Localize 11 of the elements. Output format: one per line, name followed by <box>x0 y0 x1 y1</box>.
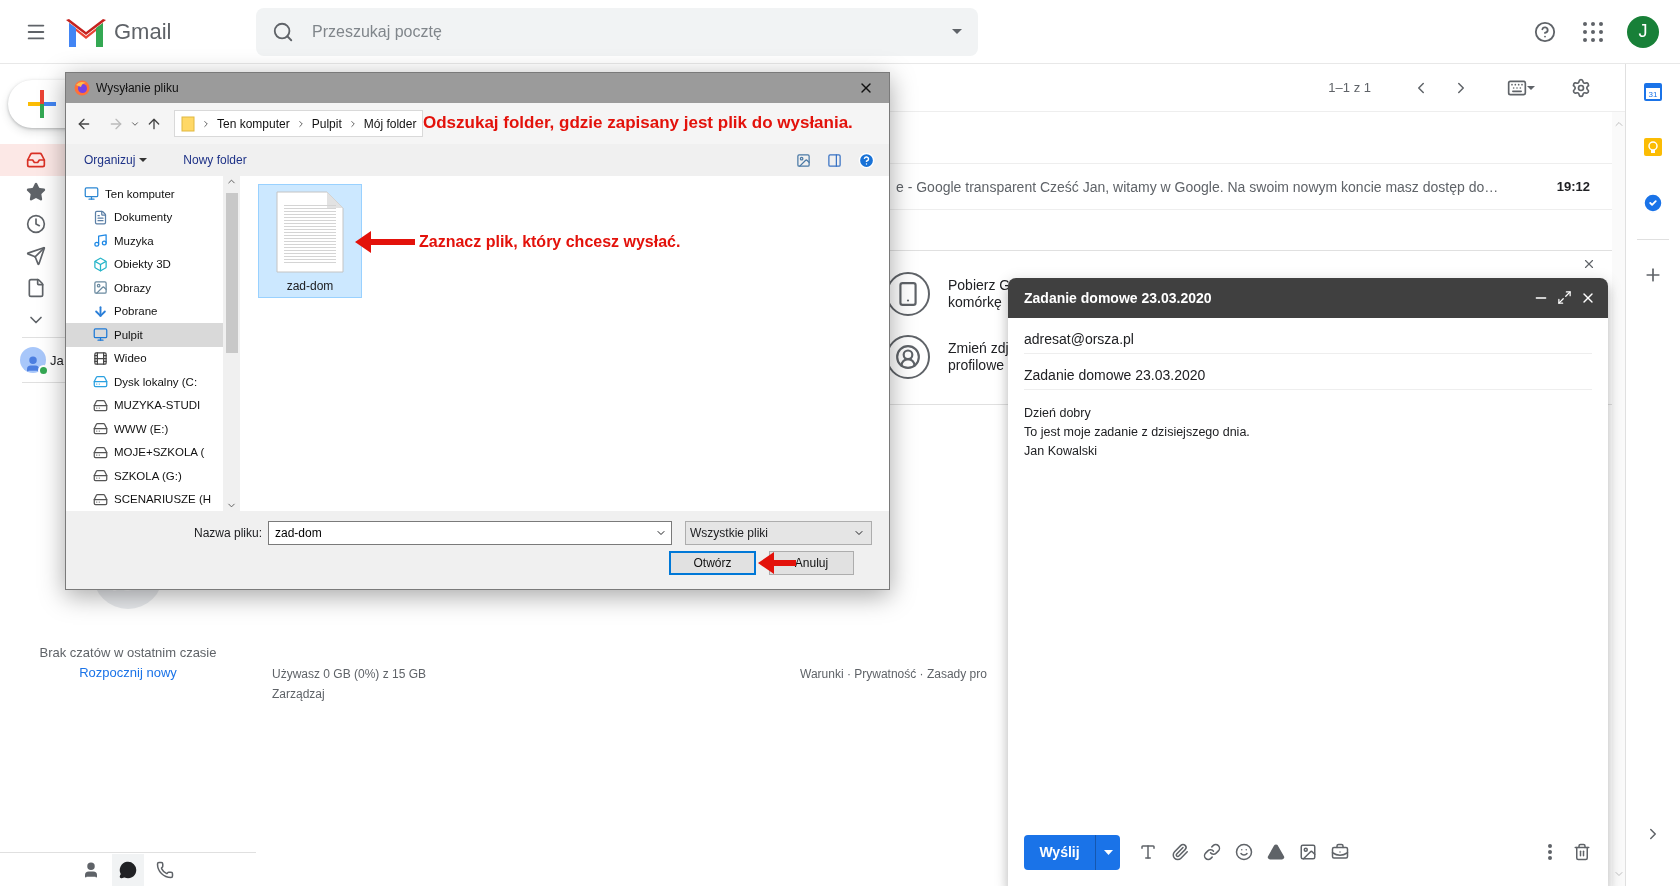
compose-title: Zadanie domowe 23.03.2020 <box>1024 290 1212 306</box>
dialog-title: Wysyłanie pliku <box>96 81 179 95</box>
annotation-text: Zaznacz plik, który chcesz wysłać. <box>419 233 681 251</box>
email-snippet: e - Google transparent Cześć Jan, witamy w Google. Na swoim nowym koncie masz dostęp do… <box>896 178 1500 195</box>
annotation-text: Odszukaj folder, gdzie zapisany jest plik do wysłania. <box>423 113 853 133</box>
empty-chat-text: Brak czatów w ostatnim czasie <box>38 644 218 662</box>
email-time: 19:12 <box>1556 179 1590 194</box>
filename-label: Nazwa pliku: <box>192 526 263 540</box>
app-title: Gmail <box>114 18 172 45</box>
pagination-text: 1–1 z 1 <box>1328 80 1371 95</box>
storage-text: Używasz 0 GB (0%) z 15 GB <box>272 667 428 681</box>
